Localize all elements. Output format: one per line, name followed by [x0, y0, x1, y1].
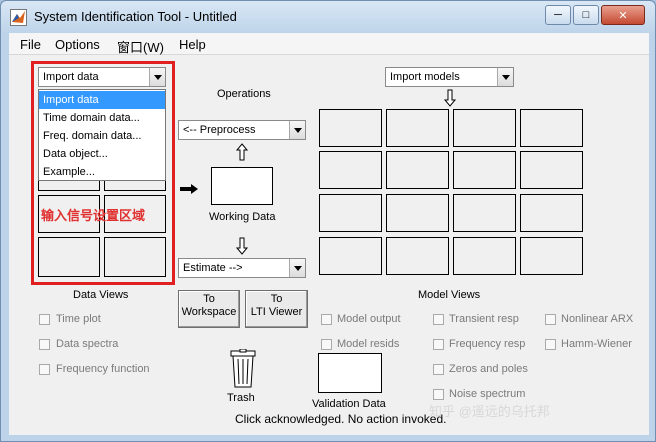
- time-plot-checkbox[interactable]: [39, 314, 50, 325]
- model-slot[interactable]: [453, 151, 516, 189]
- to-lti-viewer-button[interactable]: To LTI Viewer: [245, 290, 308, 328]
- arrow-down-icon: [443, 89, 457, 107]
- hamm-wiener-checkbox[interactable]: [545, 339, 556, 350]
- model-slot[interactable]: [319, 237, 382, 275]
- frequency-function-label: Frequency function: [56, 363, 150, 375]
- trash-label: Trash: [227, 392, 255, 404]
- working-data-slot[interactable]: [211, 167, 273, 205]
- nonlinear-arx-label: Nonlinear ARX: [561, 313, 634, 325]
- chevron-down-icon[interactable]: [289, 259, 305, 277]
- annotation-label: 输入信号设置区域: [41, 208, 146, 223]
- model-views-label: Model Views: [418, 289, 481, 301]
- model-slot[interactable]: [453, 237, 516, 275]
- to-workspace-line1: To: [203, 293, 215, 305]
- model-slot[interactable]: [319, 151, 382, 189]
- model-slot[interactable]: [319, 109, 382, 147]
- hamm-wiener-label: Hamm-Wiener: [561, 338, 632, 350]
- model-slot[interactable]: [520, 237, 583, 275]
- data-spectra-label: Data spectra: [56, 338, 119, 350]
- client-area: File Options 窗口(W) Help Import data Impo…: [9, 33, 649, 435]
- data-views-label: Data Views: [73, 289, 129, 301]
- to-workspace-button[interactable]: To Workspace: [178, 290, 240, 328]
- title-bar[interactable]: System Identification Tool - Untitled ─ …: [1, 1, 655, 33]
- model-slot[interactable]: [386, 109, 449, 147]
- window-title: System Identification Tool - Untitled: [34, 9, 237, 24]
- zeros-and-poles-label: Zeros and poles: [449, 363, 528, 375]
- model-slot[interactable]: [520, 151, 583, 189]
- close-icon: ✕: [618, 9, 628, 22]
- maximize-button[interactable]: □: [573, 5, 599, 25]
- time-plot-label: Time plot: [56, 313, 101, 325]
- chevron-down-icon[interactable]: [497, 68, 513, 86]
- menu-options[interactable]: Options: [55, 37, 100, 52]
- menu-help[interactable]: Help: [179, 37, 206, 52]
- chevron-down-icon[interactable]: [289, 121, 305, 139]
- menu-file[interactable]: File: [20, 37, 41, 52]
- model-slot[interactable]: [386, 151, 449, 189]
- frequency-resp-checkbox[interactable]: [433, 339, 444, 350]
- estimate-select[interactable]: Estimate -->: [178, 258, 306, 278]
- noise-spectrum-checkbox[interactable]: [433, 389, 444, 400]
- working-data-label: Working Data: [209, 211, 276, 223]
- model-slot[interactable]: [520, 194, 583, 232]
- transient-resp-checkbox[interactable]: [433, 314, 444, 325]
- model-resids-checkbox[interactable]: [321, 339, 332, 350]
- validation-data-slot[interactable]: [318, 353, 382, 393]
- model-slot[interactable]: [386, 237, 449, 275]
- estimate-select-value: Estimate -->: [183, 262, 243, 274]
- menu-window[interactable]: 窗口(W): [117, 37, 164, 56]
- validation-data-label: Validation Data: [312, 398, 386, 410]
- trash-icon[interactable]: [229, 349, 257, 389]
- minimize-icon: ─: [554, 9, 562, 21]
- to-lti-viewer-line1: To: [270, 293, 283, 305]
- model-slot[interactable]: [386, 194, 449, 232]
- import-models-select[interactable]: Import models: [385, 67, 514, 87]
- nonlinear-arx-checkbox[interactable]: [545, 314, 556, 325]
- zeros-and-poles-checkbox[interactable]: [433, 364, 444, 375]
- data-spectra-checkbox[interactable]: [39, 339, 50, 350]
- annotation-highlight-box: [31, 61, 175, 285]
- main-window: System Identification Tool - Untitled ─ …: [0, 0, 656, 442]
- transient-resp-label: Transient resp: [449, 313, 519, 325]
- watermark: 知乎 @遥远的乌托邦: [429, 404, 550, 419]
- matlab-app-icon: [10, 9, 27, 26]
- preprocess-select-value: <-- Preprocess: [183, 124, 256, 136]
- operations-label: Operations: [217, 88, 271, 100]
- model-slot[interactable]: [453, 194, 516, 232]
- model-slot[interactable]: [319, 194, 382, 232]
- to-workspace-line2: Workspace: [181, 306, 237, 318]
- minimize-button[interactable]: ─: [545, 5, 571, 25]
- model-resids-label: Model resids: [337, 338, 400, 350]
- model-slot[interactable]: [520, 109, 583, 147]
- model-output-label: Model output: [337, 313, 401, 325]
- maximize-icon: □: [582, 9, 590, 21]
- frequency-resp-label: Frequency resp: [449, 338, 526, 350]
- model-slot[interactable]: [453, 109, 516, 147]
- noise-spectrum-label: Noise spectrum: [449, 388, 526, 400]
- preprocess-select[interactable]: <-- Preprocess: [178, 120, 306, 140]
- arrow-down-icon: [235, 237, 249, 255]
- to-lti-viewer-line2: LTI Viewer: [250, 306, 303, 318]
- status-text: Click acknowledged. No action invoked.: [235, 412, 447, 426]
- frequency-function-checkbox[interactable]: [39, 364, 50, 375]
- arrow-right-icon: [180, 184, 198, 194]
- model-output-checkbox[interactable]: [321, 314, 332, 325]
- menu-bar: File Options 窗口(W) Help: [9, 33, 649, 55]
- arrow-up-icon: [235, 143, 249, 161]
- import-models-select-value: Import models: [390, 71, 460, 83]
- close-button[interactable]: ✕: [601, 5, 645, 25]
